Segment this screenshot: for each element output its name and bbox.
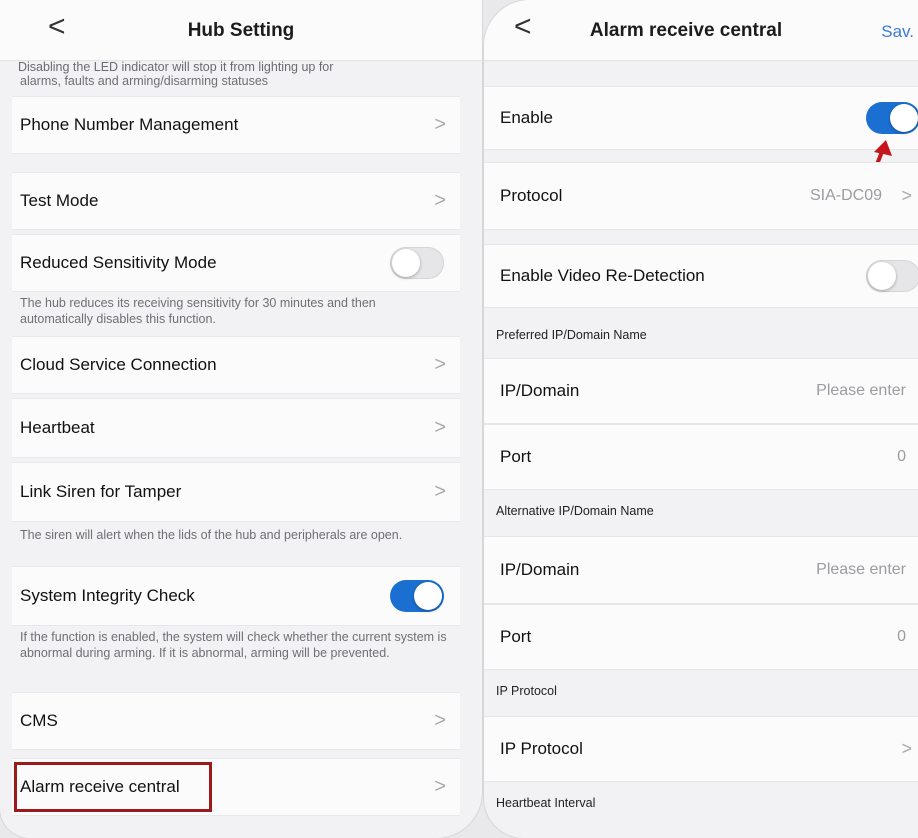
row-video-redetection: Enable Video Re-Detection: [484, 244, 918, 308]
header: < Hub Setting: [0, 0, 482, 61]
protocol-value: SIA-DC09: [809, 187, 882, 204]
row-label: Enable Video Re-Detection: [500, 266, 705, 285]
row-enable: Enable: [484, 86, 918, 150]
row-label: IP/Domain: [500, 381, 580, 400]
row-label: Test Mode: [20, 191, 99, 210]
row-system-integrity: System Integrity Check: [12, 566, 460, 626]
section-heartbeat-interval: Heartbeat Interval: [496, 796, 596, 810]
video-redetection-toggle[interactable]: [866, 260, 918, 292]
system-integrity-note: If the function is enabled, the system w…: [20, 630, 447, 660]
port-input[interactable]: 0: [897, 628, 906, 646]
row-heartbeat[interactable]: Heartbeat >: [12, 398, 460, 458]
page-title: Alarm receive central: [589, 20, 783, 41]
row-label: System Integrity Check: [20, 586, 195, 605]
hub-setting-screen: < Hub Setting Disabling the LED indicato…: [0, 0, 482, 838]
page-title: Hub Setting: [187, 20, 295, 41]
chevron-right-icon: >: [434, 113, 446, 136]
enable-toggle[interactable]: [866, 102, 918, 134]
header: < Alarm receive central Sav.: [484, 0, 918, 61]
chevron-right-icon: >: [434, 775, 446, 798]
section-alternative: Alternative IP/Domain Name: [496, 504, 654, 518]
row-label: Link Siren for Tamper: [20, 482, 182, 501]
link-siren-note: The siren will alert when the lids of th…: [20, 528, 403, 542]
row-cloud-service[interactable]: Cloud Service Connection >: [12, 336, 460, 394]
chevron-right-icon: >: [434, 353, 446, 376]
row-reduced-sensitivity: Reduced Sensitivity Mode: [12, 234, 460, 292]
section-ip-protocol: IP Protocol: [496, 684, 557, 698]
row-label: Port: [500, 447, 532, 466]
led-note: alarms, faults and arming/disarming stat…: [20, 74, 269, 88]
row-label: Enable: [500, 108, 553, 127]
highlight-box: [14, 762, 212, 812]
row-protocol[interactable]: Protocol SIA-DC09 >: [484, 162, 918, 230]
reduced-sensitivity-toggle[interactable]: [390, 247, 444, 279]
save-button[interactable]: Sav.: [881, 22, 914, 42]
alarm-receive-central-screen: < Alarm receive central Sav. Enable Prot…: [484, 0, 918, 838]
row-link-siren-tamper[interactable]: Link Siren for Tamper >: [12, 462, 460, 522]
chevron-right-icon: >: [434, 189, 446, 212]
row-label: Protocol: [500, 186, 563, 205]
row-label: Phone Number Management: [20, 115, 239, 134]
row-cms[interactable]: CMS >: [12, 692, 460, 750]
chevron-right-icon: >: [434, 480, 446, 503]
row-label: Reduced Sensitivity Mode: [20, 253, 217, 272]
chevron-right-icon: >: [434, 416, 446, 439]
section-preferred: Preferred IP/Domain Name: [496, 328, 647, 342]
row-label: CMS: [20, 711, 58, 730]
row-label: Heartbeat: [20, 418, 95, 437]
row-ip-protocol[interactable]: IP Protocol >: [484, 716, 918, 782]
row-label: Cloud Service Connection: [20, 355, 217, 374]
reduced-sensitivity-note: The hub reduces its receiving sensitivit…: [20, 296, 376, 326]
led-note-cut: Disabling the LED indicator will stop it…: [18, 60, 334, 74]
ip-domain-input[interactable]: Please enter: [816, 561, 906, 579]
row-test-mode[interactable]: Test Mode >: [12, 172, 460, 230]
chevron-right-icon: >: [901, 185, 912, 206]
chevron-right-icon: >: [434, 709, 446, 732]
row-label: IP/Domain: [500, 560, 580, 579]
row-port-preferred[interactable]: Port 0: [484, 424, 918, 490]
chevron-right-icon: >: [901, 738, 912, 759]
row-ip-domain-preferred[interactable]: IP/Domain Please enter: [484, 358, 918, 424]
row-port-alternative[interactable]: Port 0: [484, 604, 918, 670]
system-integrity-toggle[interactable]: [390, 580, 444, 612]
port-input[interactable]: 0: [897, 448, 906, 466]
ip-domain-input[interactable]: Please enter: [816, 382, 906, 400]
row-label: IP Protocol: [500, 739, 583, 758]
row-ip-domain-alternative[interactable]: IP/Domain Please enter: [484, 536, 918, 604]
row-label: Port: [500, 627, 532, 646]
row-phone-number-management[interactable]: Phone Number Management >: [12, 96, 460, 154]
